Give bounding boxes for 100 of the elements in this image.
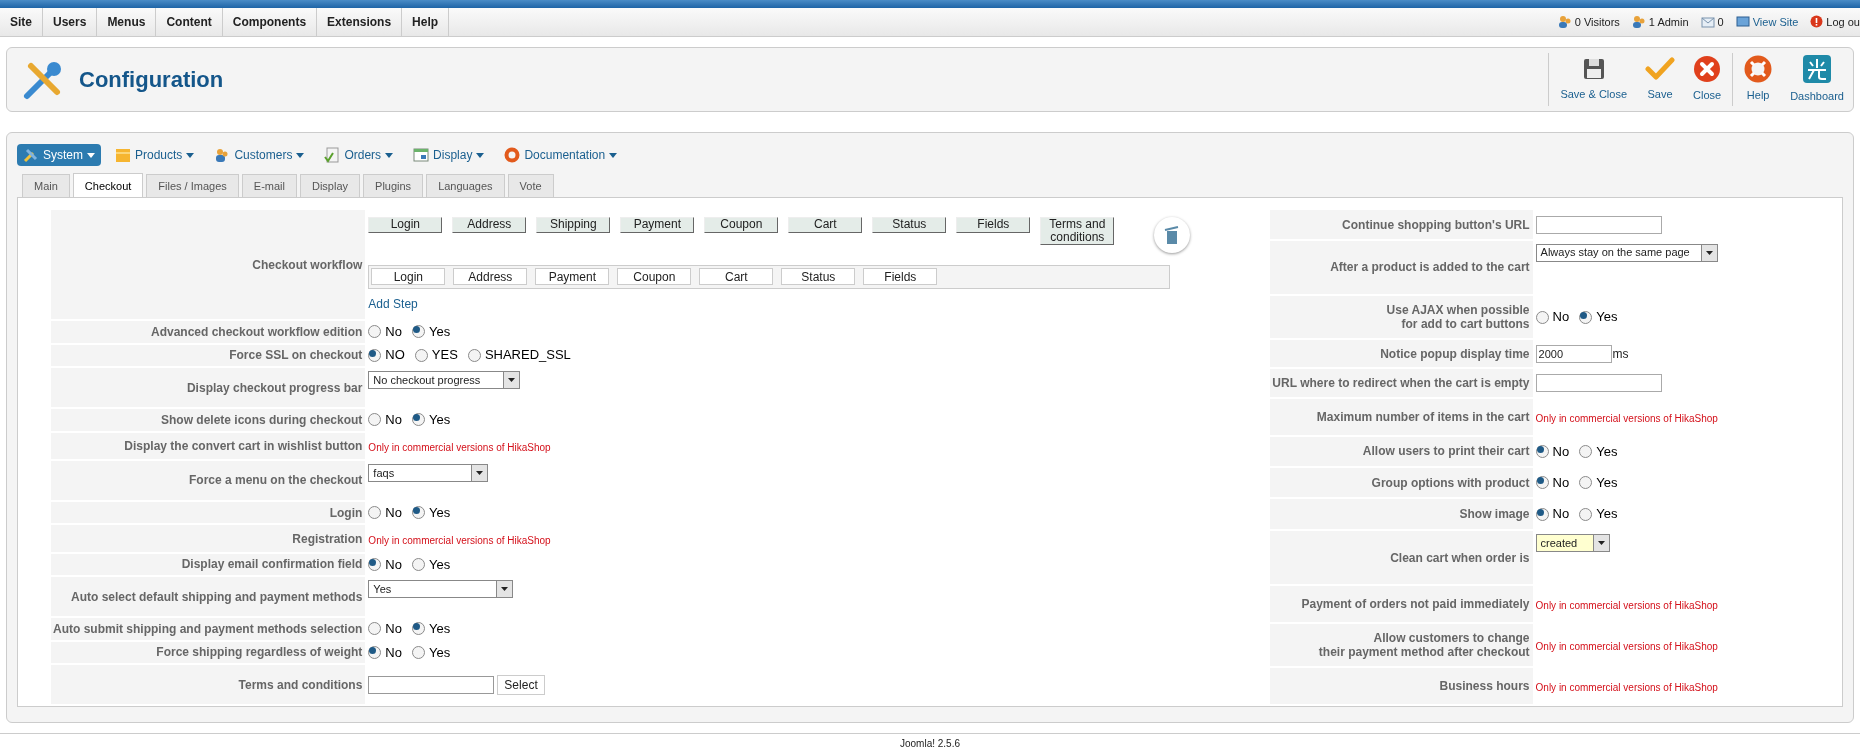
step-button[interactable]: Address [452, 216, 527, 233]
select-button[interactable]: Select [497, 674, 545, 695]
toolbar-button[interactable]: Dashboard [1781, 47, 1853, 112]
status-item[interactable]: Log ou [1826, 13, 1860, 31]
menu-item[interactable]: Users [43, 7, 98, 36]
caret-icon [508, 377, 516, 382]
step-button[interactable]: Login [368, 216, 443, 233]
input-field[interactable] [1535, 215, 1662, 234]
tab[interactable]: Languages [426, 174, 505, 198]
radio-button[interactable] [412, 557, 425, 571]
radio-button[interactable] [368, 506, 382, 520]
setting-label: Allow customers to change their payment method after checkout [1270, 623, 1533, 668]
step-button[interactable]: Status [781, 268, 856, 286]
dropdown[interactable]: No checkout progress [368, 370, 521, 389]
input-field[interactable] [368, 675, 495, 694]
tab[interactable]: Checkout [72, 173, 144, 198]
radio-button[interactable] [368, 413, 382, 427]
radio-label: No [385, 555, 402, 574]
step-button[interactable]: Address [453, 268, 528, 286]
step-button[interactable]: Terms and conditions [1040, 216, 1115, 245]
step-button[interactable]: Cart [788, 216, 863, 233]
dropdown[interactable]: created [1535, 533, 1610, 552]
setting-label: Auto submit shipping and payment methods selection [51, 617, 366, 641]
dropdown[interactable]: faqs [368, 463, 489, 482]
setting-label: Display checkout progress bar [51, 366, 366, 409]
radio-button[interactable] [412, 325, 425, 339]
radio-button[interactable] [368, 348, 382, 362]
dropdown[interactable]: Always stay on the same page [1535, 243, 1718, 262]
radio-label: YES [431, 346, 458, 365]
step-button[interactable]: Status [872, 216, 947, 233]
radio-button[interactable] [1579, 310, 1593, 324]
step-button[interactable]: Coupon [617, 268, 692, 286]
commercial-notice: Only in commercial versions of HikaShop [1535, 600, 1718, 612]
setting-label: Terms and conditions [51, 664, 366, 706]
menu-item[interactable]: Components [222, 7, 318, 36]
step-button[interactable]: Login [371, 268, 446, 286]
step-button[interactable]: Fields [956, 216, 1031, 233]
tab[interactable]: Plugins [363, 174, 424, 198]
submenu-item[interactable]: Products [109, 144, 201, 167]
tab[interactable]: Display [299, 174, 361, 198]
status-item[interactable]: View Site [1752, 13, 1799, 31]
menu-item[interactable]: Content [156, 7, 223, 36]
radio-button[interactable] [1579, 507, 1593, 521]
radio-button[interactable] [1535, 507, 1549, 521]
status-item: 0 Visitors [1574, 14, 1620, 30]
menu-item[interactable]: Menus [97, 7, 157, 36]
radio-button[interactable] [1579, 444, 1593, 458]
toolbar-button[interactable]: Close [1684, 47, 1731, 112]
step-button[interactable]: Coupon [704, 216, 779, 233]
radio-button[interactable] [1535, 444, 1549, 458]
step-button[interactable]: Cart [699, 268, 774, 286]
tab[interactable]: Files / Images [146, 174, 239, 198]
caret-icon [476, 470, 484, 475]
radio-button[interactable] [368, 622, 382, 636]
radio-label: Yes [1596, 473, 1618, 492]
radio-label: No [385, 503, 402, 522]
setting-label: Show image [1270, 498, 1533, 530]
commercial-notice: Only in commercial versions of HikaShop [1535, 641, 1718, 653]
radio-button[interactable] [412, 413, 425, 427]
radio-button[interactable] [414, 348, 428, 362]
menu-item[interactable]: Site [0, 7, 43, 36]
radio-button[interactable] [412, 622, 425, 636]
submenu-item[interactable]: Customers [208, 144, 311, 167]
menu-item[interactable]: Help [402, 7, 450, 36]
radio-button[interactable] [412, 645, 425, 659]
step-button[interactable]: Payment [535, 268, 610, 286]
submenu-item[interactable]: System [17, 144, 101, 167]
step-button[interactable]: Shipping [536, 216, 611, 233]
radio-button[interactable] [1535, 310, 1549, 324]
tab[interactable]: Vote [507, 174, 554, 198]
footer-version: Joomla! 2.5.6 [899, 737, 960, 751]
caret-icon [385, 152, 394, 158]
radio-button[interactable] [368, 645, 382, 659]
submenu-item[interactable]: Orders [318, 144, 400, 167]
radio-button[interactable] [412, 506, 425, 520]
trash-icon[interactable] [1154, 216, 1191, 253]
radio-button[interactable] [368, 325, 382, 339]
toolbar-button[interactable]: Help [1735, 47, 1782, 112]
toolbar-button[interactable]: Save & Close [1551, 47, 1637, 112]
step-button[interactable]: Fields [863, 268, 938, 286]
dropdown[interactable]: Yes [368, 580, 514, 598]
step-button[interactable]: Payment [620, 216, 695, 233]
radio-button[interactable] [467, 348, 481, 362]
submenu-item[interactable]: Display [407, 144, 491, 167]
radio-button[interactable] [1579, 476, 1593, 490]
radio-button[interactable] [1535, 476, 1549, 490]
submenu-item[interactable]: Documentation [498, 144, 624, 167]
tab[interactable]: Main [22, 174, 70, 198]
caret-icon [186, 152, 195, 158]
setting-label: Display email confirmation field [51, 552, 366, 576]
input-field[interactable]: 2000 [1535, 344, 1612, 363]
toolbar-button[interactable]: Save [1636, 47, 1685, 112]
add-step-link[interactable]: Add Step [368, 294, 1271, 313]
caret-icon [1705, 250, 1713, 255]
monitor-icon [1735, 15, 1750, 28]
commercial-notice: Only in commercial versions of HikaShop [1535, 412, 1718, 424]
radio-button[interactable] [368, 557, 382, 571]
tab[interactable]: E-mail [241, 174, 297, 198]
menu-item[interactable]: Extensions [317, 7, 403, 36]
input-field[interactable] [1535, 373, 1662, 392]
